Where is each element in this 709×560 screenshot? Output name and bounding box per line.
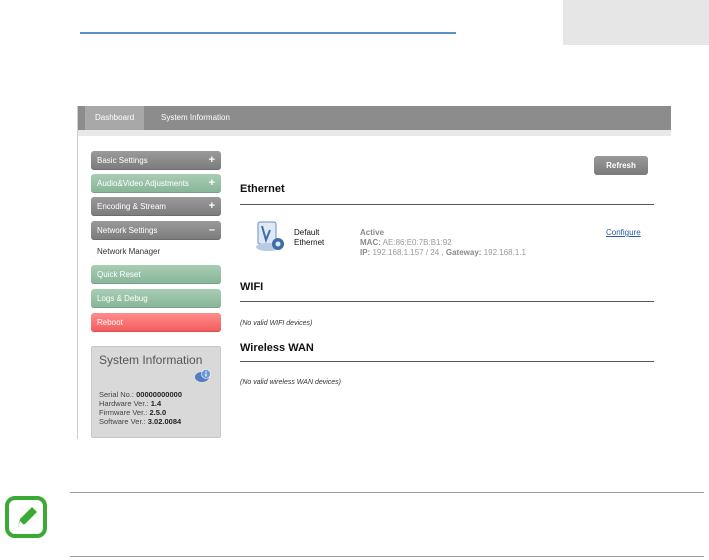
firmware-label: Firmware Ver.: <box>99 408 148 417</box>
sidebar-item-label: Network Settings <box>97 226 158 235</box>
refresh-button[interactable]: Refresh <box>594 156 648 175</box>
expand-icon: + <box>208 154 215 166</box>
ethernet-device-name: Default Ethernet <box>294 228 324 248</box>
firmware-row: Firmware Ver.: 2.5.0 <box>99 408 166 417</box>
wwan-section-title: Wireless WAN <box>240 342 314 354</box>
ethernet-status: Active <box>360 228 385 237</box>
section-divider <box>240 361 654 362</box>
ethernet-name-line1: Default <box>294 228 320 237</box>
ethernet-name-line2: Ethernet <box>294 238 325 247</box>
sidebar-item-quick-reset[interactable]: Quick Reset <box>91 265 221 284</box>
sidebar-item-basic-settings[interactable]: Basic Settings + <box>91 151 221 170</box>
gateway-value: 192.168.1.1 <box>483 248 526 257</box>
section-divider <box>240 204 654 205</box>
serial-row: Serial No.: 00000000000 <box>99 390 182 399</box>
ethernet-status-block: Active MAC: AE:86:E0:7B:B1:92 IP: 192.16… <box>360 228 526 257</box>
serial-value: 00000000000 <box>136 390 182 399</box>
sidebar-item-network-settings[interactable]: Network Settings – <box>91 221 221 240</box>
sidebar-item-label: Basic Settings <box>97 156 148 165</box>
software-value: 3.02.0084 <box>147 417 182 426</box>
note-rule-top <box>70 492 704 493</box>
section-divider <box>240 301 654 302</box>
serial-label: Serial No.: <box>99 390 135 399</box>
sidebar-item-reboot[interactable]: Reboot <box>91 313 221 332</box>
software-row: Software Ver.: 3.02.0084 <box>99 417 181 426</box>
note-pencil-icon <box>5 496 47 538</box>
tab-dashboard[interactable]: Dashboard <box>85 106 145 130</box>
hardware-value: 1.4 <box>150 399 162 408</box>
collapse-icon: – <box>208 224 215 236</box>
software-label: Software Ver.: <box>99 417 146 426</box>
wwan-empty-note: (No valid wireless WAN devices) <box>240 379 342 386</box>
note-rule-bottom <box>70 556 704 557</box>
ethernet-section-title: Ethernet <box>240 183 285 195</box>
ethernet-icon <box>256 221 284 251</box>
info-icon <box>195 369 211 382</box>
sidebar-subitem-network-manager[interactable]: Network Manager <box>97 247 160 256</box>
ip-value: 192.168.1.157 / 24 <box>372 248 440 257</box>
sidebar-item-audio-video[interactable]: Audio&Video Adjustments + <box>91 174 221 193</box>
configure-link[interactable]: Configure <box>606 228 641 237</box>
header-rule <box>80 32 456 34</box>
gateway-label: Gateway: <box>445 248 482 257</box>
mac-label: MAC: <box>360 238 381 247</box>
tab-bar: Dashboard System Information <box>78 106 671 130</box>
header-box <box>563 0 709 45</box>
system-info-title: System Information <box>99 353 203 367</box>
hardware-label: Hardware Ver.: <box>99 399 149 408</box>
tab-system-information[interactable]: System Information <box>151 106 240 130</box>
ethernet-device-card: Default Ethernet Active MAC: AE:86:E0:7B… <box>254 214 654 262</box>
system-info-panel: System Information Serial No.: 000000000… <box>91 346 221 438</box>
sidebar-item-logs-debug[interactable]: Logs & Debug <box>91 289 221 308</box>
expand-icon: + <box>208 177 215 189</box>
mac-value: AE:86:E0:7B:B1:92 <box>382 238 452 247</box>
web-ui-window: Dashboard System Information Basic Setti… <box>77 106 671 439</box>
sidebar-item-label: Audio&Video Adjustments <box>97 179 189 188</box>
expand-icon: + <box>208 200 215 212</box>
wifi-section-title: WIFI <box>240 281 264 293</box>
firmware-value: 2.5.0 <box>149 408 167 417</box>
sidebar-item-label: Quick Reset <box>97 270 141 279</box>
sidebar-item-label: Encoding & Stream <box>97 202 166 211</box>
sidebar-item-encoding-stream[interactable]: Encoding & Stream + <box>91 197 221 216</box>
hardware-row: Hardware Ver.: 1.4 <box>99 399 161 408</box>
ip-label: IP: <box>360 248 371 257</box>
tab-bar-shadow <box>78 130 671 136</box>
sidebar-item-label: Logs & Debug <box>97 294 148 303</box>
wifi-empty-note: (No valid WIFI devices) <box>240 320 313 327</box>
sidebar-item-label: Reboot <box>97 318 123 327</box>
